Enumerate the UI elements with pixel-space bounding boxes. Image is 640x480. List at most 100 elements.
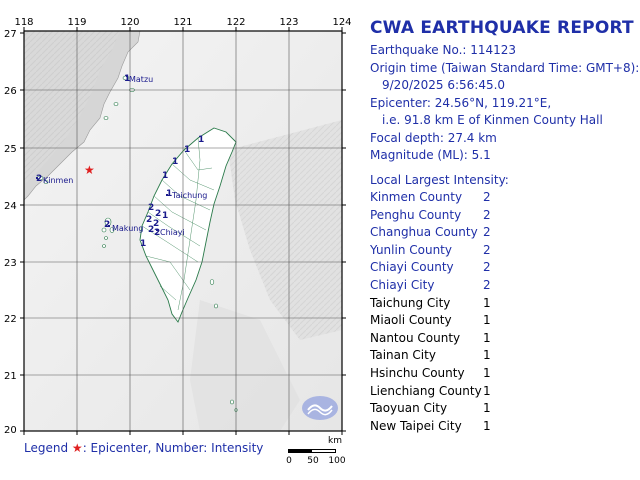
epicenter-reference: i.e. 91.8 km E of Kinmen County Hall [382, 113, 603, 127]
lat-tick: 24 [4, 201, 17, 212]
lon-tick: 118 [14, 17, 34, 28]
lon-tick: 119 [67, 17, 87, 28]
intensity-region: New Taipei City [370, 418, 462, 433]
map-legend: Legend ★: Epicenter, Number: Intensity [24, 441, 263, 455]
intensity-row: Nantou County 1 [370, 331, 510, 347]
intensity-row: Hsinchu County 1 [370, 366, 510, 382]
intensity-value: 1 [483, 313, 491, 328]
intensity-mark: 1 [184, 145, 191, 155]
intensity-row: Miaoli County 1 [370, 313, 510, 329]
lon-tick: 124 [332, 17, 352, 28]
focal-depth: Focal depth: 27.4 km [370, 131, 497, 145]
intensity-mark: 1 [140, 239, 147, 249]
intensity-value: 1 [483, 366, 491, 380]
place-label-matsu: Matzu [129, 75, 154, 84]
intensity-mark: 1 [166, 189, 173, 199]
intensity-mark: 1 [124, 74, 131, 84]
intensity-value: 2 [483, 190, 491, 204]
scale-label: 0 [286, 456, 292, 466]
epicenter-coords: Epicenter: 24.56°N, 119.21°E, [370, 96, 552, 110]
intensity-value: 1 [483, 348, 491, 363]
place-label-kinmen: Kinmen [43, 176, 74, 185]
epicenter-star-icon: ★ [84, 163, 95, 177]
lat-tick: 20 [4, 425, 17, 436]
lon-tick: 121 [173, 17, 193, 28]
intensity-value: 1 [483, 401, 491, 416]
intensity-value: 1 [483, 330, 491, 345]
intensity-mark: 2 [155, 209, 162, 219]
origin-time-value: 9/20/2025 6:56:45.0 [382, 78, 506, 92]
intensity-region: Taichung City [370, 295, 451, 310]
intensity-value: 2 [483, 242, 491, 257]
lat-tick: 26 [4, 86, 17, 97]
report-panel: CWA EARTHQUAKE REPORT Earthquake No.: 11… [370, 0, 640, 480]
intensity-heading: Local Largest Intensity: [370, 173, 509, 187]
intensity-region: Hsinchu County [370, 366, 465, 380]
scale-label: 100 [328, 456, 346, 466]
intensity-region: Chiayi County [370, 260, 454, 275]
map-graphic [20, 27, 346, 435]
place-label-chiayi: Chiayi [160, 228, 185, 237]
legend-text: : Epicenter, Number: Intensity [82, 441, 264, 455]
intensity-mark: 2 [146, 215, 153, 225]
intensity-region: Tainan City [370, 348, 436, 363]
intensity-row: Lienchiang County 1 [370, 384, 510, 400]
intensity-mark: 1 [162, 171, 169, 181]
lat-tick: 21 [4, 371, 17, 382]
intensity-mark: 2 [154, 228, 161, 238]
intensity-row: Chiayi City 2 [370, 278, 510, 294]
scale-label: 50 [307, 456, 319, 466]
place-label-makung: Makung [112, 224, 144, 233]
intensity-region: Changhua County [370, 225, 478, 240]
origin-time-label: Origin time (Taiwan Standard Time: GMT+8… [370, 61, 640, 75]
intensity-mark: 2 [104, 220, 111, 230]
intensity-row: Chiayi County 2 [370, 260, 510, 276]
report-title: CWA EARTHQUAKE REPORT [370, 18, 634, 38]
intensity-region: Yunlin County [370, 242, 452, 257]
legend-star-icon: ★ [71, 441, 83, 455]
intensity-row: Changhua County 2 [370, 225, 510, 241]
intensity-value: 1 [483, 295, 491, 310]
intensity-region: Taoyuan City [370, 401, 448, 416]
lat-tick: 22 [4, 314, 17, 325]
intensity-mark: 1 [162, 211, 169, 221]
intensity-value: 2 [483, 207, 491, 222]
intensity-value: 2 [483, 225, 491, 240]
intensity-row: Kinmen County 2 [370, 190, 510, 206]
scale-unit: km [328, 436, 342, 446]
legend-prefix: Legend [24, 441, 69, 455]
intensity-region: Chiayi City [370, 278, 435, 292]
lon-tick: 120 [120, 17, 140, 28]
lon-tick: 123 [279, 17, 299, 28]
earthquake-number: Earthquake No.: 114123 [370, 43, 517, 57]
intensity-row: Tainan City 1 [370, 348, 510, 364]
intensity-region: Nantou County [370, 330, 461, 345]
intensity-value: 1 [483, 383, 491, 398]
place-label-taichung: Taichung [172, 191, 208, 200]
scale-bar-graphic [288, 449, 336, 453]
intensity-row: Penghu County 2 [370, 208, 510, 224]
intensity-mark: 2 [148, 203, 155, 213]
intensity-mark: 1 [172, 157, 179, 167]
lon-tick: 122 [226, 17, 246, 28]
intensity-mark: 1 [198, 135, 205, 145]
intensity-value: 2 [483, 278, 491, 292]
lat-tick: 23 [4, 258, 17, 269]
intensity-value: 2 [483, 260, 491, 275]
intensity-region: Penghu County [370, 207, 462, 222]
intensity-row: New Taipei City 1 [370, 419, 510, 435]
intensity-region: Kinmen County [370, 190, 463, 204]
epicenter-map: 118 119 120 121 122 123 124 27 26 25 24 … [0, 0, 360, 480]
intensity-mark: 2 [36, 174, 43, 184]
intensity-region: Lienchiang County [370, 383, 482, 398]
cwa-logo [302, 396, 338, 420]
intensity-value: 1 [483, 418, 491, 433]
intensity-row: Yunlin County 2 [370, 243, 510, 259]
scale-bar: km 0 50 100 [286, 436, 348, 472]
intensity-row: Taichung City 1 [370, 296, 510, 312]
magnitude: Magnitude (ML): 5.1 [370, 148, 491, 162]
intensity-region: Miaoli County [370, 313, 452, 328]
lat-tick: 27 [4, 29, 17, 40]
lat-tick: 25 [4, 144, 17, 155]
intensity-row: Taoyuan City 1 [370, 401, 510, 417]
